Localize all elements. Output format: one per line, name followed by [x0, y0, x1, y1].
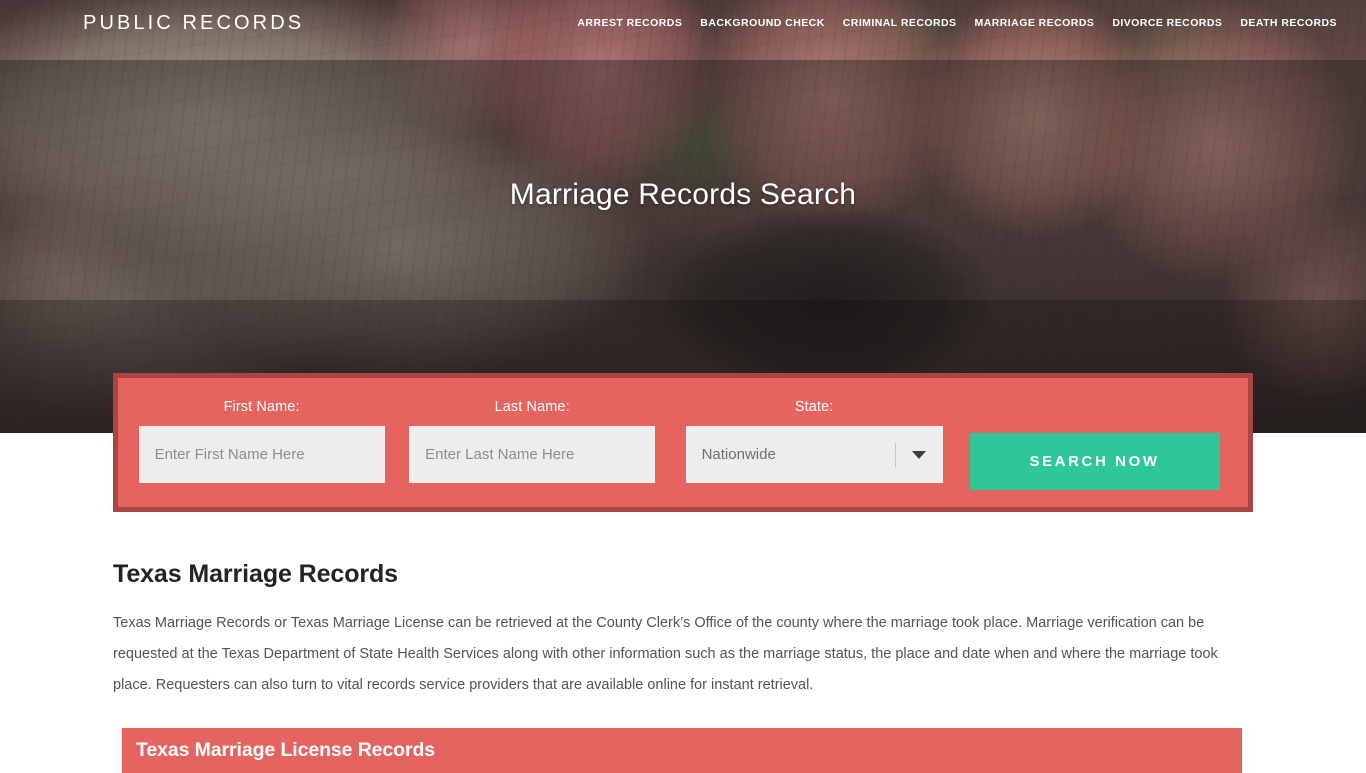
article-paragraph: Texas Marriage Records or Texas Marriage… — [113, 608, 1253, 701]
nav-item-death-records[interactable]: DEATH RECORDS — [1231, 11, 1346, 35]
nav-item-background-check[interactable]: BACKGROUND CHECK — [691, 11, 833, 35]
article-heading: Texas Marriage Records — [113, 560, 1366, 589]
hero-overlay — [0, 0, 1366, 433]
state-label: State: — [795, 399, 834, 415]
submit-field-group: SEARCH NOW — [955, 399, 1234, 490]
site-header: PUBLIC RECORDS ARREST RECORDS BACKGROUND… — [0, 0, 1366, 46]
section-banner-title: Texas Marriage License Records — [136, 739, 435, 762]
state-select[interactable]: Nationwide — [686, 426, 943, 483]
nav-item-arrest-records[interactable]: ARREST RECORDS — [568, 11, 691, 35]
page-title: Marriage Records Search — [0, 178, 1366, 212]
section-banner: Texas Marriage License Records — [122, 728, 1242, 773]
main-navigation: ARREST RECORDS BACKGROUND CHECK CRIMINAL… — [568, 11, 1346, 35]
select-divider — [895, 443, 896, 467]
chevron-down-icon — [912, 451, 926, 459]
nav-item-divorce-records[interactable]: DIVORCE RECORDS — [1103, 11, 1231, 35]
search-now-button[interactable]: SEARCH NOW — [970, 433, 1220, 490]
site-logo[interactable]: PUBLIC RECORDS — [83, 12, 304, 35]
first-name-field-group: First Name: — [132, 399, 391, 483]
first-name-input[interactable] — [139, 426, 385, 483]
state-field-group: State: Nationwide — [673, 399, 955, 483]
first-name-label: First Name: — [224, 399, 300, 415]
state-select-value: Nationwide — [686, 446, 776, 463]
nav-item-marriage-records[interactable]: MARRIAGE RECORDS — [966, 11, 1104, 35]
last-name-label: Last Name: — [495, 399, 570, 415]
last-name-input[interactable] — [409, 426, 655, 483]
hero-section: PUBLIC RECORDS ARREST RECORDS BACKGROUND… — [0, 0, 1366, 433]
last-name-field-group: Last Name: — [391, 399, 673, 483]
search-form: First Name: Last Name: State: Nationwide… — [113, 373, 1253, 512]
nav-item-criminal-records[interactable]: CRIMINAL RECORDS — [834, 11, 966, 35]
